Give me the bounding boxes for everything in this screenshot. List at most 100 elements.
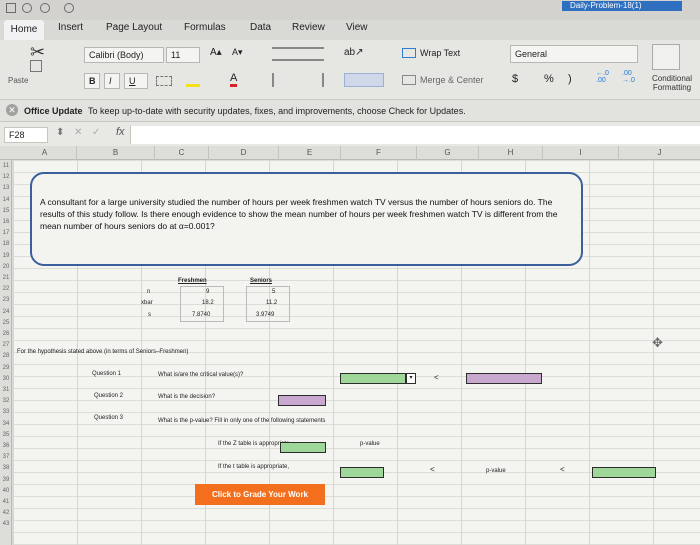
row-label-s: s — [148, 312, 151, 318]
tab-data[interactable]: Data — [250, 22, 271, 33]
percent-button[interactable]: % — [544, 73, 554, 85]
increase-decimal-button[interactable]: ←.0.00 — [596, 70, 609, 84]
row-header-30[interactable]: 30 — [0, 376, 12, 382]
row-header-21[interactable]: 21 — [0, 275, 12, 281]
row-header-28[interactable]: 28 — [0, 353, 12, 359]
row-header-37[interactable]: 37 — [0, 454, 12, 460]
cell-stepper-icon[interactable]: ⬍ — [56, 127, 64, 138]
column-header-b[interactable]: B — [77, 146, 155, 160]
column-header-i[interactable]: I — [543, 146, 619, 160]
row-header-43[interactable]: 43 — [0, 521, 12, 527]
align-top-icons[interactable] — [272, 47, 324, 61]
italic-button[interactable]: I — [104, 73, 120, 89]
statement-t-answer-1[interactable] — [340, 467, 384, 478]
wrap-text-button[interactable]: Wrap Text — [420, 48, 460, 58]
statement-z-answer[interactable] — [280, 442, 326, 453]
row-header-40[interactable]: 40 — [0, 488, 12, 494]
column-header-c[interactable]: C — [155, 146, 209, 160]
name-box[interactable]: F28 — [4, 127, 48, 143]
formula-input[interactable] — [130, 126, 700, 144]
column-header-f[interactable]: F — [341, 146, 417, 160]
row-header-26[interactable]: 26 — [0, 331, 12, 337]
font-name-select[interactable]: Calibri (Body) — [84, 47, 164, 63]
cancel-icon[interactable]: ✕ — [74, 127, 82, 138]
statement-t-answer-2[interactable] — [592, 467, 656, 478]
decrease-decimal-button[interactable]: .00 →.0 — [622, 70, 635, 84]
conditional-formatting-icon[interactable] — [652, 44, 680, 70]
freshmen-table-border — [180, 286, 224, 322]
tab-review[interactable]: Review — [292, 22, 325, 33]
underline-button[interactable]: U — [124, 73, 148, 89]
row-header-33[interactable]: 33 — [0, 409, 12, 415]
row-header-29[interactable]: 29 — [0, 365, 12, 371]
row-header-23[interactable]: 23 — [0, 297, 12, 303]
row-header-32[interactable]: 32 — [0, 398, 12, 404]
column-header-e[interactable]: E — [279, 146, 341, 160]
home-icon[interactable] — [22, 3, 32, 13]
freshmen-header: Freshmen — [178, 278, 207, 284]
row-header-18[interactable]: 18 — [0, 241, 12, 247]
merge-center-button[interactable]: Merge & Center — [420, 75, 484, 85]
borders-icon[interactable] — [156, 76, 172, 86]
save-icon[interactable] — [6, 3, 16, 13]
row-header-13[interactable]: 13 — [0, 185, 12, 191]
paste-button[interactable]: Paste — [8, 76, 28, 85]
column-header-j[interactable]: J — [619, 146, 700, 160]
question-1-answer-1[interactable] — [340, 373, 406, 384]
column-header-a[interactable]: A — [13, 146, 77, 160]
shrink-font-button[interactable]: A▾ — [232, 47, 243, 58]
function-icon[interactable]: fx — [116, 126, 125, 138]
number-format-select[interactable]: General — [510, 45, 638, 63]
row-header-38[interactable]: 38 — [0, 465, 12, 471]
row-header-12[interactable]: 12 — [0, 174, 12, 180]
tab-formulas[interactable]: Formulas — [184, 22, 226, 33]
question-1-answer-2[interactable] — [466, 373, 542, 384]
row-header-11[interactable]: 11 — [0, 163, 12, 169]
row-header-17[interactable]: 17 — [0, 230, 12, 236]
row-header-39[interactable]: 39 — [0, 477, 12, 483]
comma-button[interactable]: ) — [568, 73, 572, 85]
column-header-d[interactable]: D — [209, 146, 279, 160]
row-header-36[interactable]: 36 — [0, 443, 12, 449]
row-header-34[interactable]: 34 — [0, 421, 12, 427]
statement-t-text: If the t table is appropriate, — [218, 464, 290, 470]
row-header-27[interactable]: 27 — [0, 342, 12, 348]
row-header-14[interactable]: 14 — [0, 197, 12, 203]
currency-button[interactable]: $ — [512, 73, 518, 85]
align-horizontal-icons[interactable] — [272, 73, 324, 87]
question-1-dropdown-icon[interactable]: ▾ — [406, 373, 416, 384]
redo-icon[interactable] — [64, 3, 74, 13]
copy-icon[interactable] — [30, 60, 42, 72]
grade-button[interactable]: Click to Grade Your Work — [195, 484, 325, 505]
tab-insert[interactable]: Insert — [58, 22, 83, 33]
row-header-31[interactable]: 31 — [0, 387, 12, 393]
row-header-20[interactable]: 20 — [0, 264, 12, 270]
row-header-25[interactable]: 25 — [0, 320, 12, 326]
enter-icon[interactable]: ✓ — [92, 127, 100, 138]
fill-color-icon[interactable] — [186, 73, 200, 87]
bold-button[interactable]: B — [84, 73, 100, 89]
tab-view[interactable]: View — [346, 22, 368, 33]
row-header-15[interactable]: 15 — [0, 208, 12, 214]
grow-font-button[interactable]: A▴ — [210, 47, 222, 58]
row-header-22[interactable]: 22 — [0, 286, 12, 292]
wrap-text-icon[interactable] — [402, 48, 416, 58]
row-header-24[interactable]: 24 — [0, 309, 12, 315]
font-color-icon[interactable]: A — [230, 72, 238, 87]
row-header-19[interactable]: 19 — [0, 253, 12, 259]
row-header-42[interactable]: 42 — [0, 510, 12, 516]
font-size-select[interactable]: 11 — [166, 47, 200, 63]
conditional-formatting-button[interactable]: Conditional Formatting — [644, 74, 700, 92]
merge-center-icon[interactable] — [402, 75, 416, 85]
column-header-h[interactable]: H — [479, 146, 543, 160]
orientation-icon[interactable]: ab↗ — [344, 47, 364, 61]
row-header-41[interactable]: 41 — [0, 499, 12, 505]
row-header-16[interactable]: 16 — [0, 219, 12, 225]
tab-home[interactable]: Home — [4, 20, 44, 40]
question-2-answer[interactable] — [278, 395, 326, 406]
row-header-35[interactable]: 35 — [0, 432, 12, 438]
column-header-g[interactable]: G — [417, 146, 479, 160]
tab-page-layout[interactable]: Page Layout — [106, 22, 162, 33]
indent-icons[interactable] — [344, 73, 384, 87]
undo-icon[interactable] — [40, 3, 50, 13]
